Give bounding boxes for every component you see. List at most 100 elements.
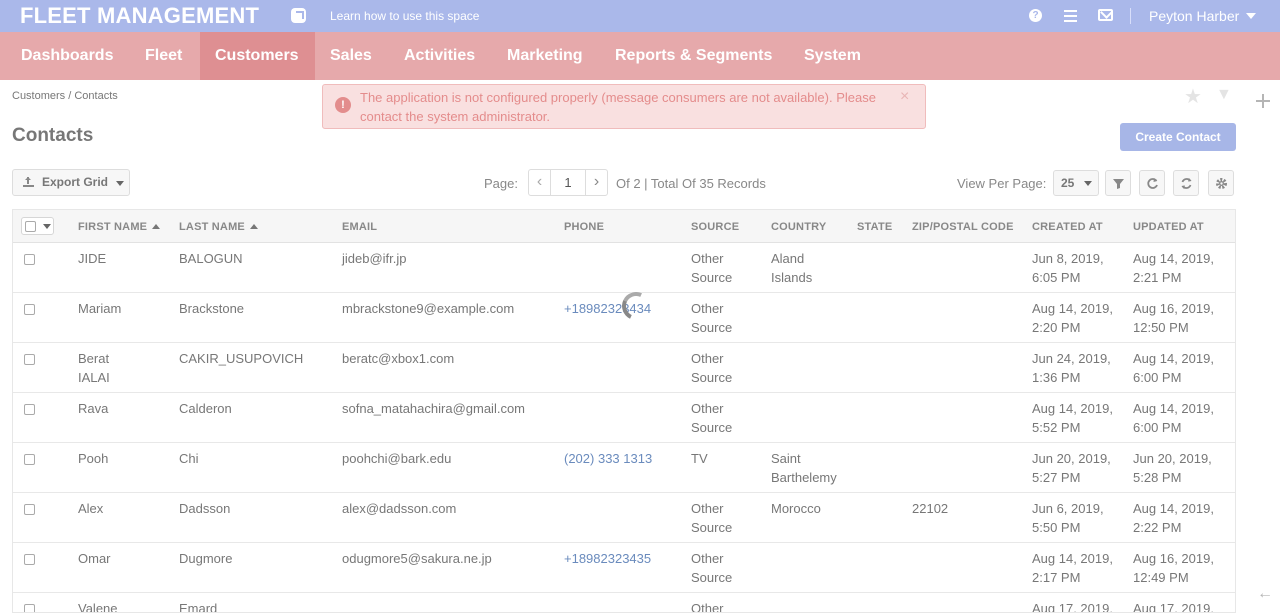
select-all-checkbox[interactable] xyxy=(25,221,36,232)
cell-phone[interactable]: (202) 333 1313 xyxy=(564,449,652,468)
nav-item-marketing[interactable]: Marketing xyxy=(507,32,583,80)
row-checkbox[interactable] xyxy=(24,254,35,265)
row-checkbox[interactable] xyxy=(24,354,35,365)
column-header-created-at[interactable]: CREATED AT xyxy=(1032,221,1103,233)
table-row[interactable]: Valene Emard Other Aug 17, 2019, Aug 17, 201… xyxy=(13,593,1235,613)
cell-first-name: Valene xyxy=(78,601,118,613)
row-checkbox[interactable] xyxy=(24,554,35,565)
nav-item-customers[interactable]: Customers xyxy=(200,32,315,80)
record-count: Of 2 | Total Of 35 Records xyxy=(616,176,766,191)
cell-source: Other Source xyxy=(691,501,733,535)
cell-created-at: Aug 14, 2019, 2:17 PM xyxy=(1032,551,1113,585)
arrow-left-icon[interactable]: ← xyxy=(1257,585,1273,603)
cell-email: beratc@xbox1.com xyxy=(342,351,455,366)
cell-email: jideb@ifr.jp xyxy=(342,251,407,266)
cell-country: Morocco xyxy=(771,501,821,516)
table-row[interactable]: Alex Dadsson alex@dadsson.com Other Source Mo… xyxy=(13,493,1235,543)
cell-source: Other Source xyxy=(691,551,733,585)
column-header-state[interactable]: STATE xyxy=(857,221,892,233)
star-icon[interactable]: ★ xyxy=(1184,84,1202,109)
mail-icon[interactable] xyxy=(1098,9,1113,21)
column-header-phone[interactable]: PHONE xyxy=(564,221,604,233)
pin-icon[interactable]: ▼ xyxy=(1216,86,1232,104)
column-header-last-name[interactable]: LAST NAME xyxy=(179,221,258,233)
cell-phone[interactable]: +18982323435 xyxy=(564,549,651,568)
cell-last-name: BALOGUN xyxy=(179,251,243,266)
gear-icon xyxy=(1216,178,1227,189)
nav-item-activities[interactable]: Activities xyxy=(404,32,475,80)
table-row[interactable]: Omar Dugmore odugmore5@sakura.ne.jp +189823… xyxy=(13,543,1235,593)
column-header-email[interactable]: EMAIL xyxy=(342,221,377,233)
sort-asc-icon xyxy=(152,224,161,229)
table-row[interactable]: JIDE BALOGUN jideb@ifr.jp Other Source Aland I… xyxy=(13,243,1235,293)
cell-created-at: Aug 14, 2019, 2:20 PM xyxy=(1032,301,1113,335)
create-contact-button[interactable]: Create Contact xyxy=(1120,123,1236,151)
column-label: PHONE xyxy=(564,221,605,233)
cell-source: Other Source xyxy=(691,251,733,285)
cell-first-name: Omar xyxy=(78,551,111,566)
cell-email: poohchi@bark.edu xyxy=(342,451,452,466)
row-checkbox[interactable] xyxy=(24,454,35,465)
view-per-page-label: View Per Page: xyxy=(957,176,1047,191)
nav-item-system[interactable]: System xyxy=(804,32,861,80)
cell-source: Other Source xyxy=(691,401,733,435)
row-checkbox[interactable] xyxy=(24,604,35,612)
chevron-down-icon xyxy=(1084,181,1092,186)
table-row[interactable]: Berat IALAI CAKIR_USUPOVICH beratc@xbox1.co… xyxy=(13,343,1235,393)
external-link-icon[interactable] xyxy=(291,8,306,23)
cell-created-at: Jun 6, 2019, 5:50 PM xyxy=(1032,501,1104,535)
cell-email: mbrackstone9@example.com xyxy=(342,301,515,316)
page-number-input[interactable] xyxy=(551,170,585,195)
contacts-grid: FIRST NAME LAST NAME EMAIL PHONE SOURCE COUNT… xyxy=(12,209,1236,613)
refresh-button[interactable] xyxy=(1139,170,1165,196)
next-page-button[interactable]: › xyxy=(585,170,607,195)
column-header-first-name[interactable]: FIRST NAME xyxy=(78,221,161,233)
view-per-page-select[interactable]: 25 xyxy=(1053,170,1099,196)
plus-icon[interactable] xyxy=(1256,94,1270,108)
filter-icon xyxy=(1113,179,1124,189)
cell-first-name: Berat IALAI xyxy=(78,351,110,385)
cell-last-name: CAKIR_USUPOVICH xyxy=(179,351,304,366)
user-menu[interactable]: Peyton Harber xyxy=(1149,8,1257,24)
cell-last-name: Dadsson xyxy=(179,501,231,516)
reset-button[interactable] xyxy=(1173,170,1199,196)
column-header-updated-at[interactable]: UPDATED AT xyxy=(1133,221,1204,233)
filter-button[interactable] xyxy=(1105,170,1131,196)
nav-item-reports-segments[interactable]: Reports & Segments xyxy=(615,32,772,80)
column-header-zip-postal-code[interactable]: ZIP/POSTAL CODE xyxy=(912,221,1014,233)
nav-item-dashboards[interactable]: Dashboards xyxy=(21,32,113,80)
cell-source: Other Source xyxy=(691,351,733,385)
row-checkbox[interactable] xyxy=(24,504,35,515)
close-icon[interactable]: × xyxy=(900,88,909,106)
breadcrumb: Customers / Contacts xyxy=(12,90,118,102)
row-checkbox[interactable] xyxy=(24,404,35,415)
menu-icon[interactable] xyxy=(1064,10,1077,22)
column-header-source[interactable]: SOURCE xyxy=(691,221,739,233)
prev-page-button[interactable]: ‹ xyxy=(529,170,551,195)
nav-item-sales[interactable]: Sales xyxy=(330,32,372,80)
pagination: ‹ › xyxy=(528,169,608,196)
export-grid-button[interactable]: Export Grid xyxy=(12,169,130,196)
sort-asc-icon xyxy=(249,224,258,229)
table-row[interactable]: Rava Calderon sofna_matahachira@gmail.com O… xyxy=(13,393,1235,443)
cell-first-name: Rava xyxy=(78,401,109,416)
cell-first-name: JIDE xyxy=(78,251,107,266)
nav-item-fleet[interactable]: Fleet xyxy=(145,32,182,80)
cell-updated-at: Aug 16, 2019, 12:50 PM xyxy=(1133,301,1214,335)
view-per-page-value: 25 xyxy=(1061,176,1075,190)
table-row[interactable]: Pooh Chi poohchi@bark.edu (202) 333 1313 TV S… xyxy=(13,443,1235,493)
learn-link[interactable]: Learn how to use this space xyxy=(330,9,479,23)
cell-last-name: Dugmore xyxy=(179,551,233,566)
grid-settings-button[interactable] xyxy=(1208,170,1234,196)
cell-created-at: Aug 17, 2019, xyxy=(1032,601,1113,613)
cell-country: Saint Barthelemy xyxy=(771,451,837,485)
app-logo[interactable]: FLEET MANAGEMENT xyxy=(20,3,259,29)
cell-updated-at: Jun 20, 2019, 5:28 PM xyxy=(1133,451,1212,485)
cell-created-at: Jun 20, 2019, 5:27 PM xyxy=(1032,451,1111,485)
help-icon[interactable]: ? xyxy=(1029,9,1042,22)
cell-updated-at: Aug 14, 2019, 2:22 PM xyxy=(1133,501,1214,535)
cell-updated-at: Aug 17, 2019, xyxy=(1133,601,1214,613)
mass-action-checkbox[interactable] xyxy=(21,217,54,235)
row-checkbox[interactable] xyxy=(24,304,35,315)
column-header-country[interactable]: COUNTRY xyxy=(771,221,826,233)
